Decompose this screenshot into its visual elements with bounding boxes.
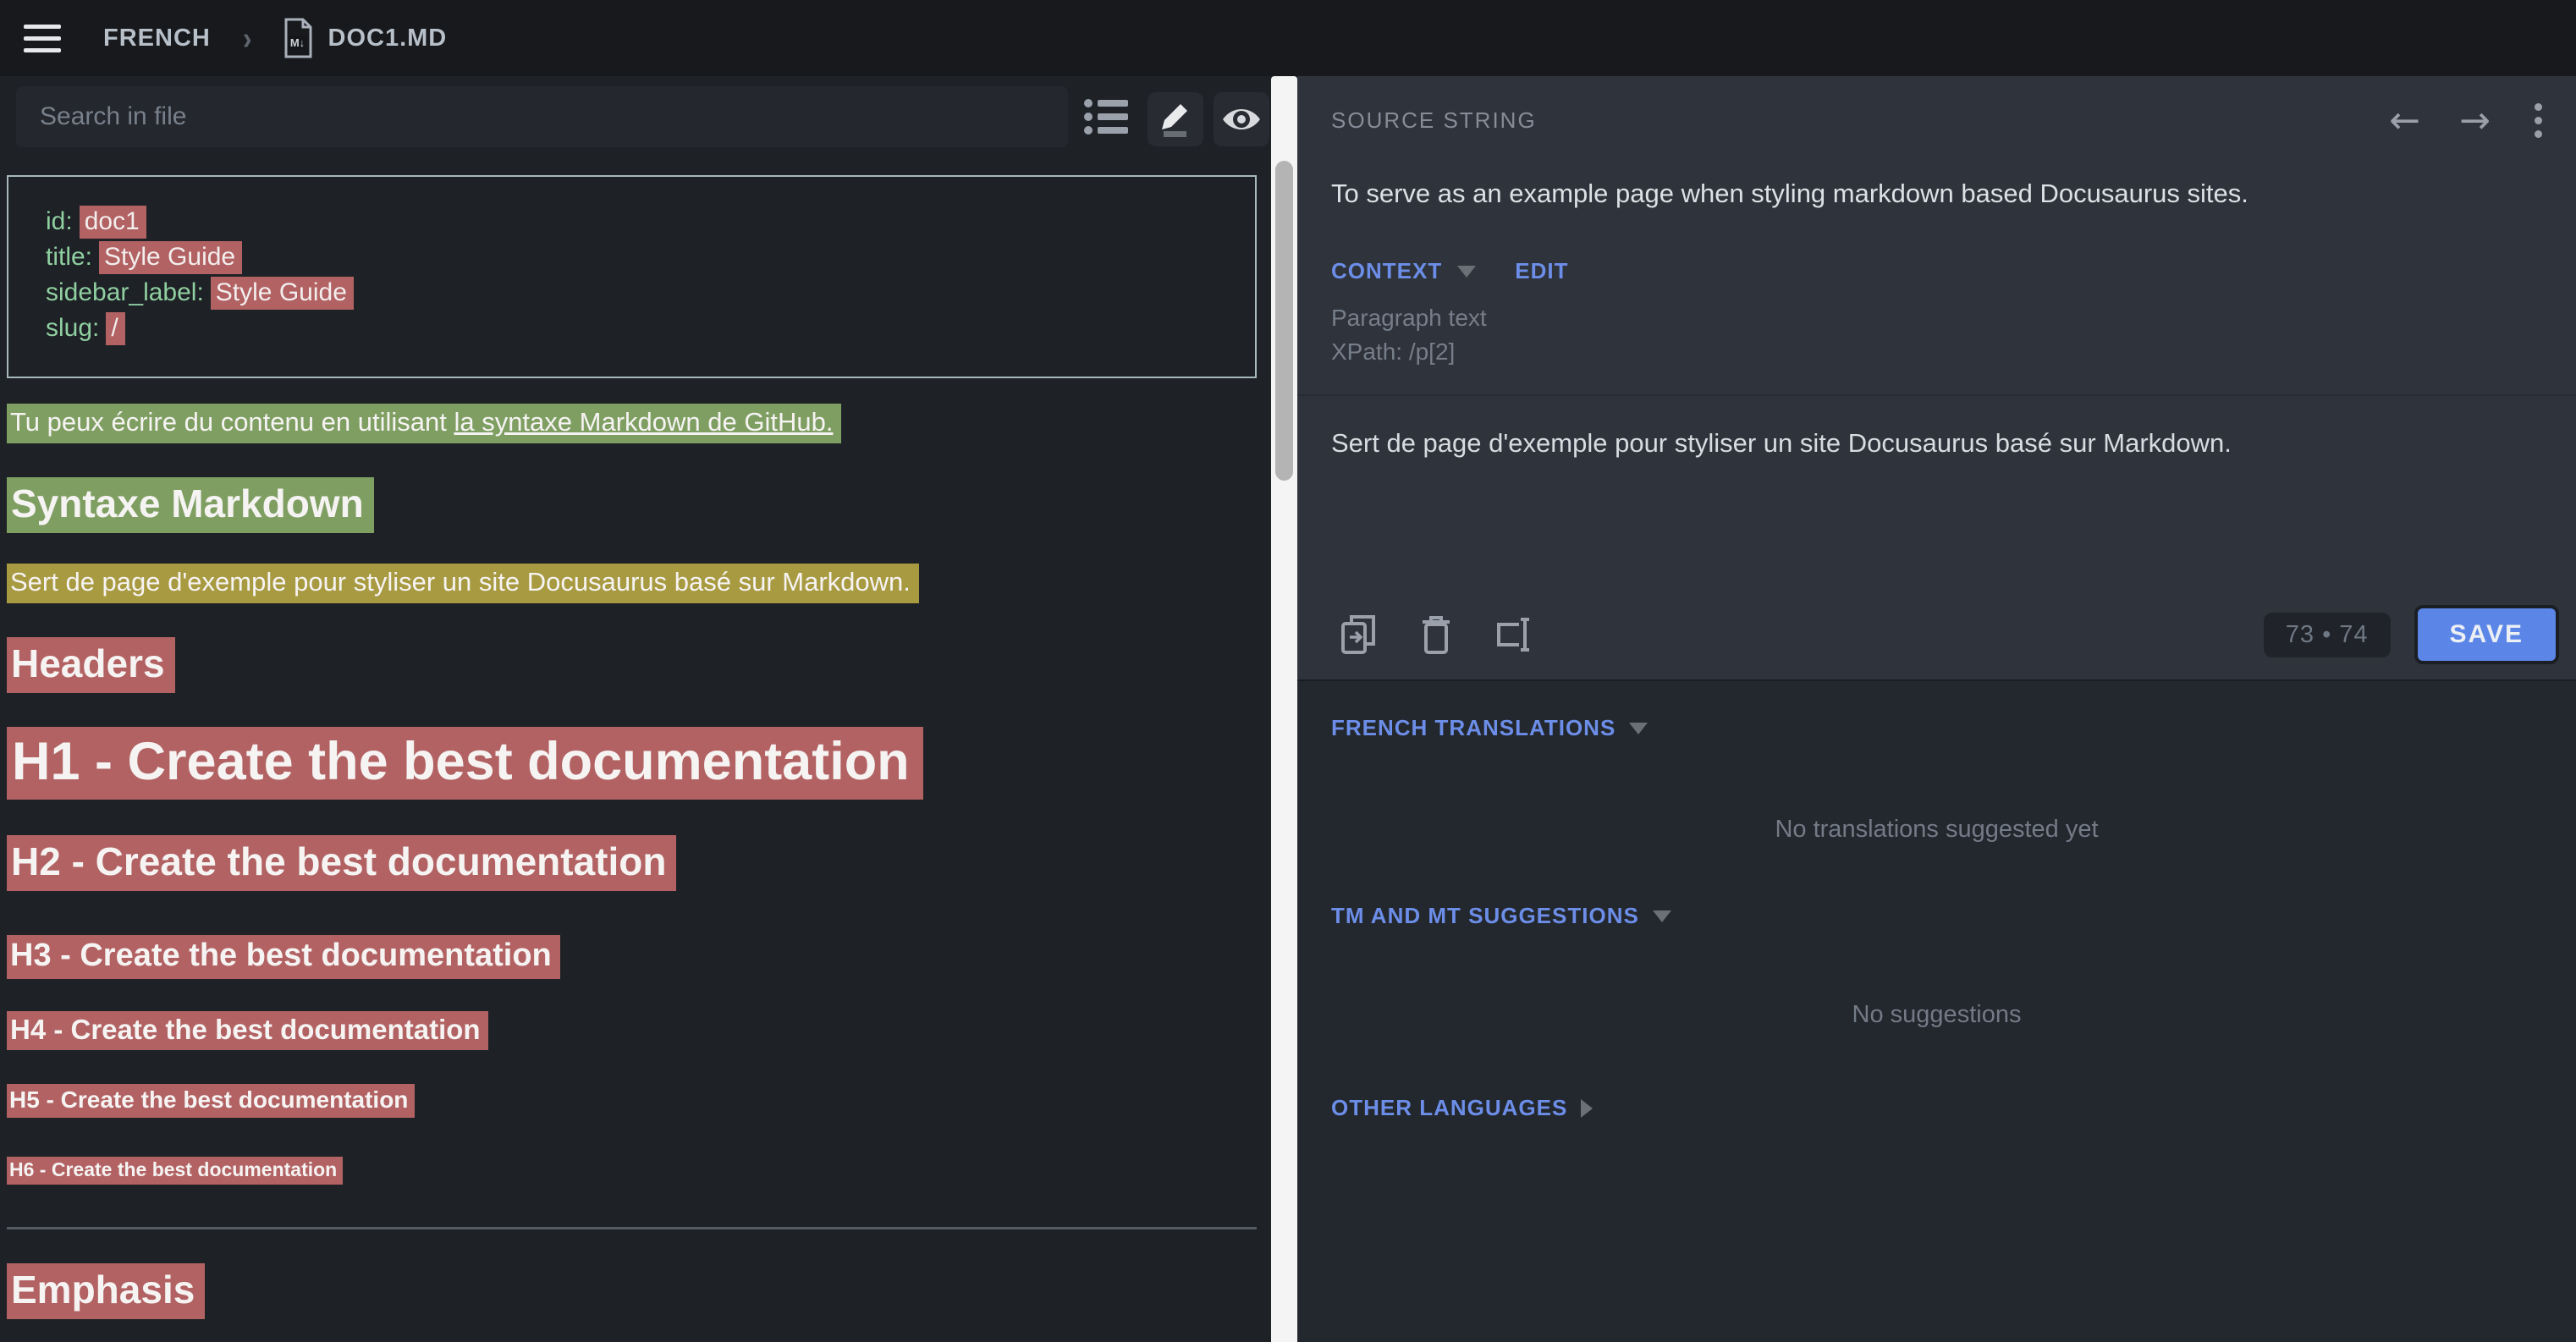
frontmatter-block: id:doc1 title:Style Guide sidebar_label:… (7, 175, 1257, 378)
vertical-scrollbar-thumb[interactable] (1275, 161, 1293, 481)
french-translations-section[interactable]: FRENCH TRANSLATIONS (1297, 683, 2576, 741)
breadcrumb-project[interactable]: FRENCH (103, 25, 211, 52)
translated-string[interactable]: Tu peux écrire du contenu en utilisant l… (7, 404, 841, 443)
edit-context-button[interactable]: EDIT (1515, 258, 1568, 284)
document-preview: id:doc1 title:Style Guide sidebar_label:… (0, 157, 1271, 1342)
frontmatter-line: slug:/ (46, 311, 1238, 346)
frontmatter-line: sidebar_label:Style Guide (46, 275, 1238, 311)
source-string[interactable]: Style Guide (99, 241, 242, 274)
untranslated-string[interactable]: H2 - Create the best documentation (7, 835, 676, 891)
file-search-row (0, 76, 1271, 157)
source-string[interactable]: doc1 (80, 206, 146, 239)
chevron-down-icon (1653, 910, 1671, 922)
frontmatter-key: sidebar_label: (46, 278, 204, 306)
untranslated-string[interactable]: H3 - Create the best documentation (7, 935, 560, 979)
context-toggle[interactable]: CONTEXT (1331, 258, 1442, 284)
vertical-scrollbar-track (1271, 76, 1297, 1342)
heading-h4: H4 - Create the best documentation (7, 1011, 1271, 1050)
previous-string-button[interactable]: ← (2389, 102, 2420, 140)
translation-panel: SOURCE STRING ← → To serve as an example… (1297, 76, 2576, 1342)
horizontal-rule (7, 1227, 1257, 1229)
heading-h5: H5 - Create the best documentation (7, 1084, 1271, 1118)
untranslated-string[interactable]: H5 - Create the best documentation (7, 1084, 415, 1118)
top-bar: FRENCH › M↓ DOC1.MD (0, 0, 2576, 76)
frontmatter-key: title: (46, 243, 92, 271)
next-string-button[interactable]: → (2459, 102, 2491, 140)
context-type: Paragraph text (1331, 301, 2542, 335)
tm-mt-suggestions-section[interactable]: TM AND MT SUGGESTIONS (1297, 903, 2576, 929)
breadcrumb-file[interactable]: DOC1.MD (328, 25, 448, 52)
translated-string[interactable]: Syntaxe Markdown (7, 477, 374, 533)
untranslated-string[interactable]: H4 - Create the best documentation (7, 1011, 488, 1050)
paragraph-intro: Tu peux écrire du contenu en utilisant l… (7, 404, 1271, 443)
untranslated-string[interactable]: H1 - Create the best documentation (7, 727, 923, 800)
heading-h1: H1 - Create the best documentation (7, 727, 1271, 800)
heading-syntax: Syntaxe Markdown (7, 477, 1271, 533)
heading-headers: Headers (7, 637, 1271, 693)
no-translations-message: No translations suggested yet (1297, 816, 2576, 844)
no-suggestions-message: No suggestions (1297, 1001, 2576, 1029)
copy-source-icon (1340, 613, 1377, 656)
chevron-right-icon (1581, 1099, 1593, 1118)
frontmatter-line: id: doc1 (46, 204, 1238, 239)
chevron-right-icon: › (243, 19, 252, 57)
heading-h6: H6 - Create the best documentation (7, 1157, 1271, 1185)
heading-h2: H2 - Create the best documentation (7, 835, 1271, 891)
search-input[interactable] (16, 86, 1068, 147)
char-counter: 73 • 74 (2264, 613, 2391, 657)
frontmatter-line: title:Style Guide (46, 239, 1238, 275)
untranslated-string[interactable]: Headers (7, 637, 175, 693)
list-view-button[interactable] (1082, 96, 1131, 137)
markdown-file-icon: M↓ (281, 17, 315, 59)
select-text-button[interactable] (1494, 613, 1534, 657)
untranslated-string[interactable]: Emphasis (7, 1263, 205, 1319)
untranslated-string[interactable]: H6 - Create the best documentation (7, 1157, 343, 1185)
list-icon (1084, 98, 1128, 135)
frontmatter-key: id: (46, 207, 73, 235)
context-xpath: XPath: /p[2] (1331, 335, 2542, 369)
preview-mode-button[interactable] (1214, 92, 1269, 146)
source-string-title: SOURCE STRING (1331, 107, 1537, 134)
edit-mode-button[interactable] (1148, 92, 1203, 146)
translation-toolbar: 73 • 74 SAVE (1297, 602, 2576, 667)
paragraph-selected: Sert de page d'exemple pour styliser un … (7, 564, 1271, 603)
tm-mt-label: TM AND MT SUGGESTIONS (1331, 903, 1639, 929)
inline-link[interactable]: la syntaxe Markdown de GitHub. (454, 407, 833, 437)
source-string-card: SOURCE STRING ← → To serve as an example… (1297, 76, 2576, 681)
selected-string[interactable]: Sert de page d'exemple pour styliser un … (7, 564, 919, 603)
other-languages-section[interactable]: OTHER LANGUAGES (1297, 1095, 2576, 1121)
pencil-icon (1157, 101, 1194, 138)
delete-translation-button[interactable] (1416, 613, 1456, 657)
source-string[interactable]: / (106, 312, 124, 345)
source-string-text: To serve as an example page when styling… (1297, 140, 2576, 209)
source-string[interactable]: Style Guide (211, 277, 354, 310)
svg-text:M↓: M↓ (289, 36, 304, 49)
copy-source-button[interactable] (1338, 613, 1379, 657)
save-button[interactable]: SAVE (2414, 605, 2559, 664)
frontmatter-key: slug: (46, 314, 99, 342)
heading-emphasis: Emphasis (7, 1263, 1271, 1319)
chevron-down-icon (1457, 266, 1476, 278)
trash-icon (1421, 614, 1451, 655)
french-translations-label: FRENCH TRANSLATIONS (1331, 715, 1616, 741)
text-cursor-icon (1494, 614, 1534, 655)
chevron-down-icon (1629, 723, 1648, 734)
hamburger-menu-icon[interactable] (24, 25, 61, 52)
eye-icon (1221, 105, 1262, 134)
suggestions-area: FRENCH TRANSLATIONS No translations sugg… (1297, 683, 2576, 1342)
translation-input[interactable]: Sert de page d'exemple pour styliser un … (1297, 396, 2576, 498)
heading-h3: H3 - Create the best documentation (7, 935, 1271, 979)
kebab-menu-icon[interactable] (2529, 102, 2547, 140)
other-languages-label: OTHER LANGUAGES (1331, 1095, 1567, 1121)
